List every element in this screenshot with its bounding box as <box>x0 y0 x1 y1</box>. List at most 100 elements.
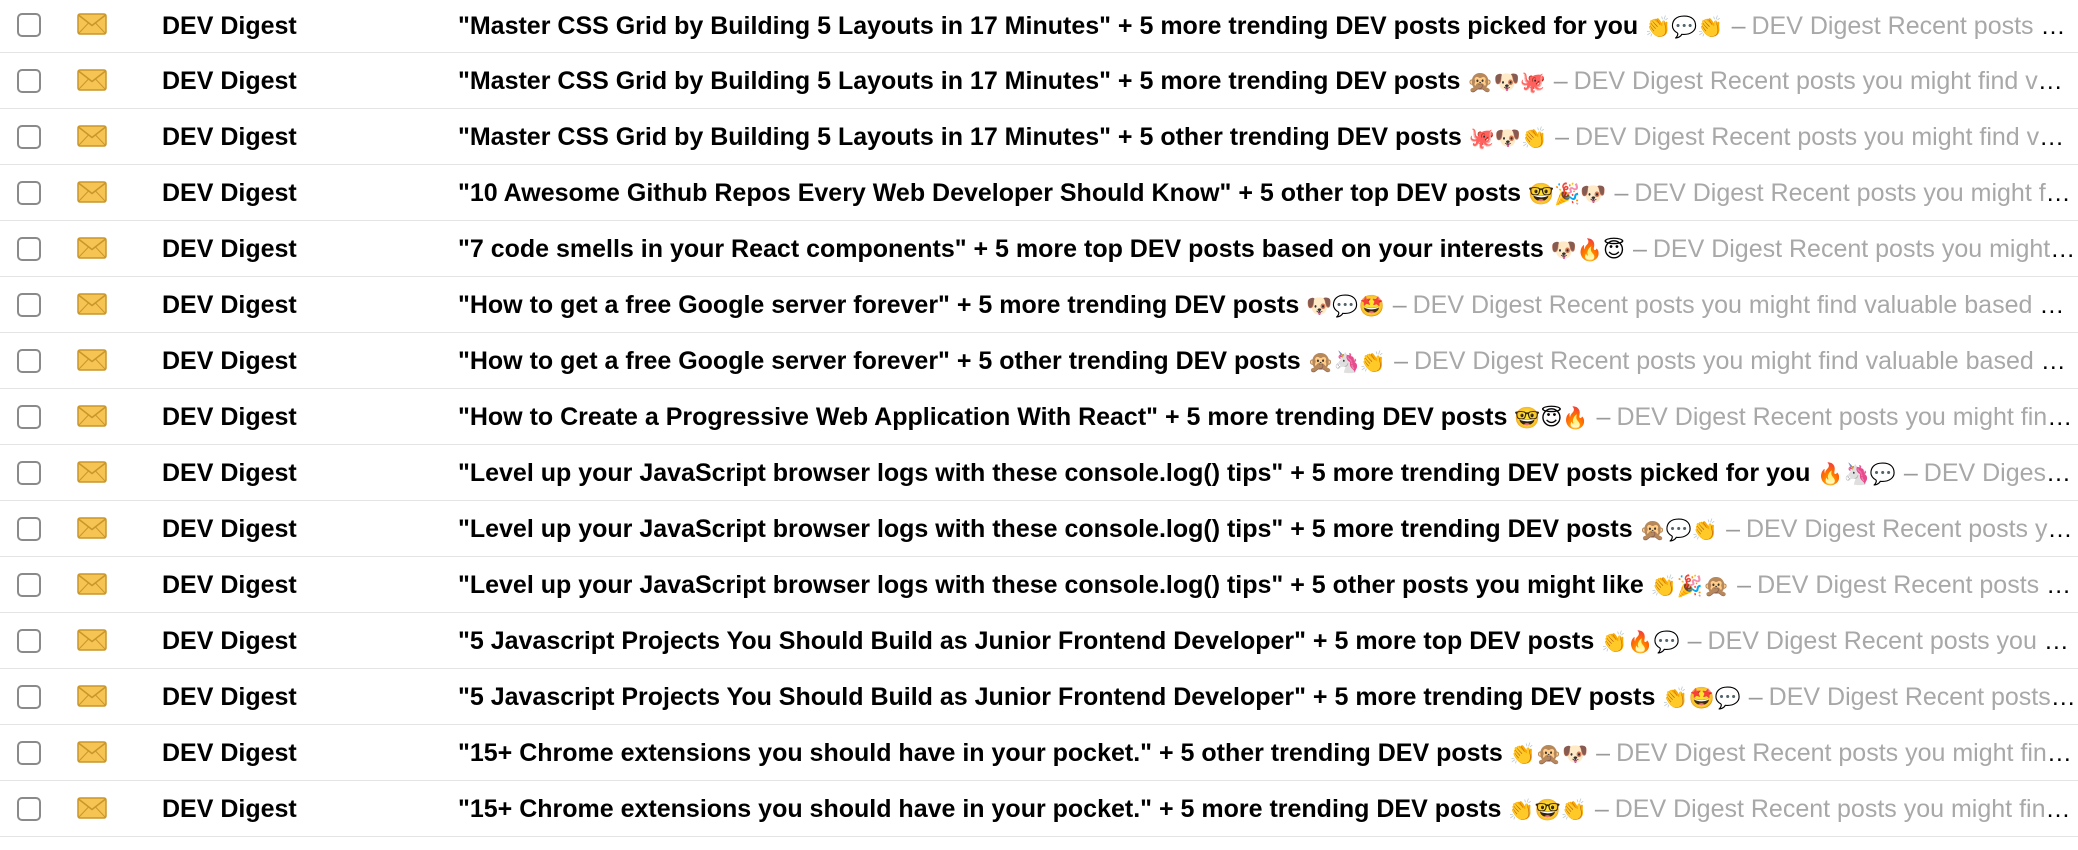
subject-text: "How to get a free Google server forever… <box>458 291 1300 319</box>
select-checkbox[interactable] <box>17 517 41 541</box>
select-checkbox[interactable] <box>17 741 41 765</box>
select-checkbox[interactable] <box>17 237 41 261</box>
message-summary[interactable]: "How to get a free Google server forever… <box>458 277 2076 332</box>
message-summary[interactable]: "15+ Chrome extensions you should have i… <box>458 725 2076 780</box>
preview-text: DEV Digest Recent posts you might find v… <box>1575 123 2076 151</box>
sender-name: DEV Digest <box>162 739 297 767</box>
subject-text: "How to Create a Progressive Web Applica… <box>458 403 1508 431</box>
message-summary[interactable]: "How to get a free Google server forever… <box>458 333 2076 388</box>
separator-dash: – <box>1748 683 1763 711</box>
subject-emoji: 🐙🐶👏 <box>1468 126 1548 150</box>
subject-text: "How to get a free Google server forever… <box>458 347 1301 375</box>
envelope-icon[interactable] <box>77 797 107 819</box>
envelope-icon[interactable] <box>77 237 107 259</box>
select-checkbox[interactable] <box>17 13 41 37</box>
message-summary[interactable]: "Master CSS Grid by Building 5 Layouts i… <box>458 109 2076 164</box>
separator-dash: – <box>1614 179 1629 207</box>
select-checkbox[interactable] <box>17 573 41 597</box>
envelope-icon[interactable] <box>77 629 107 651</box>
email-row[interactable]: DEV Digest "How to get a free Google ser… <box>0 333 2078 389</box>
message-summary[interactable]: "Level up your JavaScript browser logs w… <box>458 445 2076 500</box>
envelope-icon[interactable] <box>77 349 107 371</box>
subject-emoji: 🙊🐶🐙 <box>1467 70 1546 94</box>
preview-text: DEV Digest Recent posts you might find v… <box>1412 291 2076 319</box>
email-row[interactable]: DEV Digest "15+ Chrome extensions you sh… <box>0 781 2078 837</box>
envelope-icon[interactable] <box>77 405 107 427</box>
select-checkbox[interactable] <box>17 461 41 485</box>
envelope-icon[interactable] <box>77 181 107 203</box>
select-checkbox[interactable] <box>17 629 41 653</box>
envelope-icon[interactable] <box>77 517 107 539</box>
subject-text: "Level up your JavaScript browser logs w… <box>458 571 1644 599</box>
sender-name: DEV Digest <box>162 123 297 151</box>
subject-text: "Level up your JavaScript browser logs w… <box>458 515 1633 543</box>
sender-name: DEV Digest <box>162 515 297 543</box>
email-row[interactable]: DEV Digest "How to get a free Google ser… <box>0 277 2078 333</box>
preview-text: DEV Digest Recent posts you might find v… <box>1768 683 2076 711</box>
select-checkbox[interactable] <box>17 125 41 149</box>
email-row[interactable]: DEV Digest "Master CSS Grid by Building … <box>0 53 2078 109</box>
subject-text: "15+ Chrome extensions you should have i… <box>458 795 1502 823</box>
email-row[interactable]: DEV Digest "7 code smells in your React … <box>0 221 2078 277</box>
envelope-icon[interactable] <box>77 741 107 763</box>
subject-emoji: 🐶💬🤩 <box>1306 294 1385 318</box>
separator-dash: – <box>1596 739 1611 767</box>
subject-emoji: 🤓😇🔥 <box>1514 406 1589 430</box>
envelope-icon[interactable] <box>77 573 107 595</box>
separator-dash: – <box>1737 571 1752 599</box>
email-row[interactable]: DEV Digest "Level up your JavaScript bro… <box>0 557 2078 613</box>
email-row[interactable]: DEV Digest "5 Javascript Projects You Sh… <box>0 669 2078 725</box>
subject-text: "10 Awesome Github Repos Every Web Devel… <box>458 179 1522 207</box>
preview-text: DEV Digest Recent posts you might find v… <box>1652 235 2076 263</box>
message-summary[interactable]: "7 code smells in your React components"… <box>458 221 2076 276</box>
select-checkbox[interactable] <box>17 349 41 373</box>
envelope-icon[interactable] <box>77 125 107 147</box>
email-row[interactable]: DEV Digest "How to Create a Progressive … <box>0 389 2078 445</box>
select-checkbox[interactable] <box>17 69 41 93</box>
sender-name: DEV Digest <box>162 459 297 487</box>
message-summary[interactable]: "Level up your JavaScript browser logs w… <box>458 501 2076 556</box>
subject-text: "5 Javascript Projects You Should Build … <box>458 683 1656 711</box>
subject-emoji: 🙊🦄👏 <box>1307 350 1387 374</box>
select-checkbox[interactable] <box>17 797 41 821</box>
envelope-icon[interactable] <box>77 685 107 707</box>
message-summary[interactable]: "Master CSS Grid by Building 5 Layouts i… <box>458 0 2076 52</box>
sender-name: DEV Digest <box>162 179 297 207</box>
subject-text: "Level up your JavaScript browser logs w… <box>458 459 1811 487</box>
subject-emoji: 🔥🦄💬 <box>1817 462 1896 486</box>
preview-text: DEV Digest Recent posts you might find v… <box>1745 515 2076 543</box>
envelope-icon[interactable] <box>77 293 107 315</box>
sender-name: DEV Digest <box>162 571 297 599</box>
subject-emoji: 👏🙊🐶 <box>1509 742 1589 766</box>
message-summary[interactable]: "Level up your JavaScript browser logs w… <box>458 557 2076 612</box>
message-summary[interactable]: "Master CSS Grid by Building 5 Layouts i… <box>458 53 2076 108</box>
message-summary[interactable]: "15+ Chrome extensions you should have i… <box>458 781 2076 836</box>
message-summary[interactable]: "5 Javascript Projects You Should Build … <box>458 613 2076 668</box>
email-row[interactable]: DEV Digest "15+ Chrome extensions you sh… <box>0 725 2078 781</box>
envelope-icon[interactable] <box>77 69 107 91</box>
preview-text: DEV Digest Recent posts you might find v… <box>1923 459 2076 487</box>
email-row[interactable]: DEV Digest "5 Javascript Projects You Sh… <box>0 613 2078 669</box>
select-checkbox[interactable] <box>17 181 41 205</box>
email-row[interactable]: DEV Digest "10 Awesome Github Repos Ever… <box>0 165 2078 221</box>
email-row[interactable]: DEV Digest "Level up your JavaScript bro… <box>0 445 2078 501</box>
message-summary[interactable]: "10 Awesome Github Repos Every Web Devel… <box>458 165 2076 220</box>
select-checkbox[interactable] <box>17 685 41 709</box>
envelope-icon[interactable] <box>77 13 107 35</box>
separator-dash: – <box>1903 459 1918 487</box>
message-summary[interactable]: "5 Javascript Projects You Should Build … <box>458 669 2076 724</box>
envelope-icon[interactable] <box>77 461 107 483</box>
subject-emoji: 👏🎉🙊 <box>1650 574 1730 598</box>
preview-text: DEV Digest Recent posts you might find v… <box>1707 627 2076 655</box>
separator-dash: – <box>1632 235 1647 263</box>
email-row[interactable]: DEV Digest "Level up your JavaScript bro… <box>0 501 2078 557</box>
email-row[interactable]: DEV Digest "Master CSS Grid by Building … <box>0 109 2078 165</box>
message-summary[interactable]: "How to Create a Progressive Web Applica… <box>458 389 2076 444</box>
subject-emoji: 👏🤩💬 <box>1662 686 1741 710</box>
preview-text: DEV Digest Recent posts you might find v… <box>1757 571 2076 599</box>
subject-text: "Master CSS Grid by Building 5 Layouts i… <box>458 123 1462 151</box>
select-checkbox[interactable] <box>17 405 41 429</box>
email-row[interactable]: DEV Digest "Master CSS Grid by Building … <box>0 0 2078 53</box>
select-checkbox[interactable] <box>17 293 41 317</box>
preview-text: DEV Digest Recent posts you might find v… <box>1573 67 2076 95</box>
